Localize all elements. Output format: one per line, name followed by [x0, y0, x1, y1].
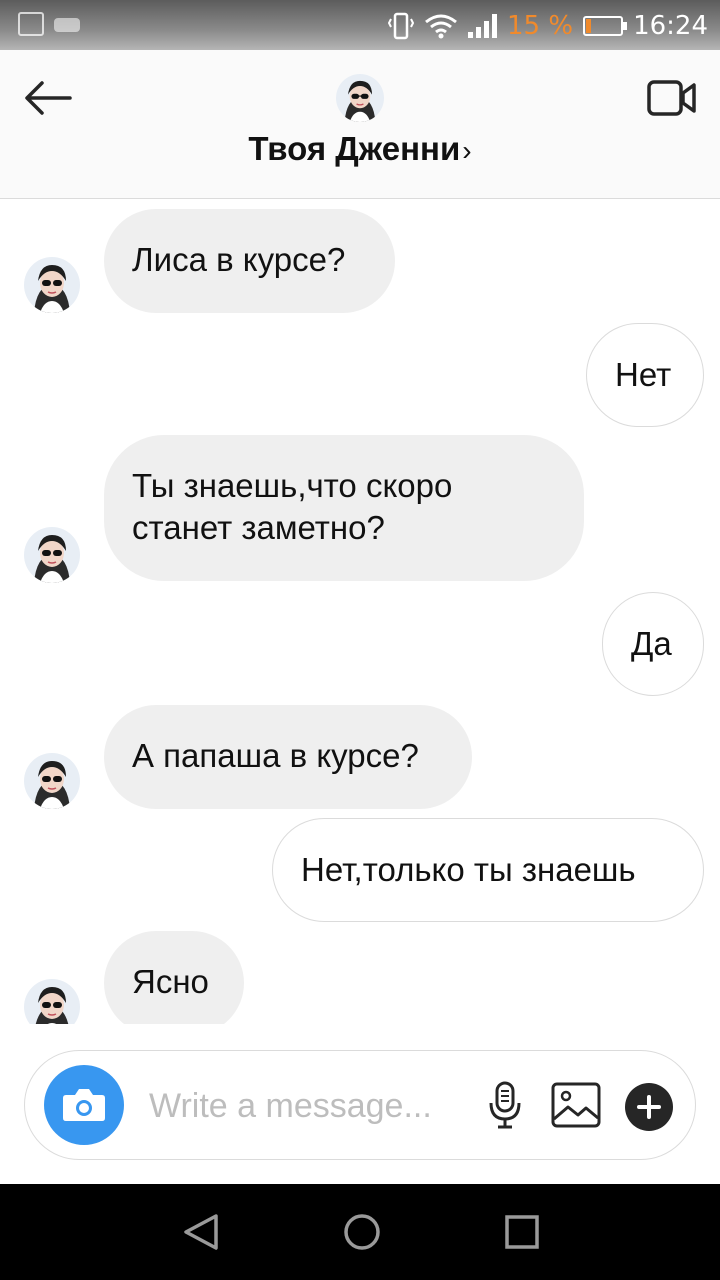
back-triangle-icon [184, 1214, 218, 1250]
home-circle-icon [344, 1214, 380, 1250]
incoming-message[interactable]: Ты знаешь,что скоро станет заметно? [104, 435, 584, 581]
video-call-button[interactable] [646, 78, 698, 118]
voicemail-icon [54, 18, 80, 32]
battery-percent: 15 % [507, 11, 574, 41]
incoming-message[interactable]: А папаша в курсе? [104, 705, 472, 809]
recents-square-icon [505, 1215, 539, 1249]
sender-avatar[interactable] [24, 753, 80, 809]
vibrate-icon [388, 12, 414, 40]
sender-avatar[interactable] [24, 979, 80, 1024]
incoming-message[interactable]: Лиса в курсе? [104, 209, 395, 313]
sender-avatar[interactable] [24, 527, 80, 583]
signal-icon [468, 14, 497, 38]
chat-title-text: Твоя Дженни [248, 130, 461, 167]
message-list[interactable]: Лиса в курсе? Нет Ты знаешь,что скоро ст… [0, 199, 720, 1024]
camera-icon [63, 1089, 105, 1121]
back-arrow-icon [25, 81, 72, 115]
back-button[interactable] [22, 78, 74, 118]
more-options-button[interactable] [625, 1083, 673, 1131]
gallery-icon [551, 1082, 601, 1128]
status-bar: 15 % 16:24 [0, 0, 720, 50]
clock: 16:24 [633, 11, 708, 41]
battery-icon [583, 16, 628, 36]
system-nav-bar [0, 1184, 720, 1280]
chevron-right-icon: › [462, 135, 472, 166]
chat-header: Твоя Дженни› [0, 50, 720, 199]
image-notification-icon [18, 12, 44, 36]
nav-recents-button[interactable] [498, 1208, 546, 1256]
outgoing-message[interactable]: Да [602, 592, 704, 696]
wifi-icon [425, 14, 457, 39]
message-input[interactable] [147, 1075, 451, 1137]
outgoing-message[interactable]: Нет,только ты знаешь [272, 818, 704, 922]
plus-icon [637, 1095, 661, 1119]
outgoing-message[interactable]: Нет [586, 323, 704, 427]
message-composer [24, 1050, 696, 1160]
gallery-button[interactable] [551, 1081, 601, 1129]
nav-back-button[interactable] [178, 1208, 226, 1256]
nav-home-button[interactable] [338, 1208, 386, 1256]
chat-title[interactable]: Твоя Дженни› [0, 130, 720, 168]
camera-button[interactable] [44, 1065, 124, 1145]
microphone-button[interactable] [485, 1081, 525, 1131]
incoming-message[interactable]: Ясно [104, 931, 244, 1024]
header-avatar[interactable] [336, 74, 384, 122]
microphone-icon [489, 1081, 521, 1129]
sender-avatar[interactable] [24, 257, 80, 313]
video-call-icon [647, 80, 696, 116]
